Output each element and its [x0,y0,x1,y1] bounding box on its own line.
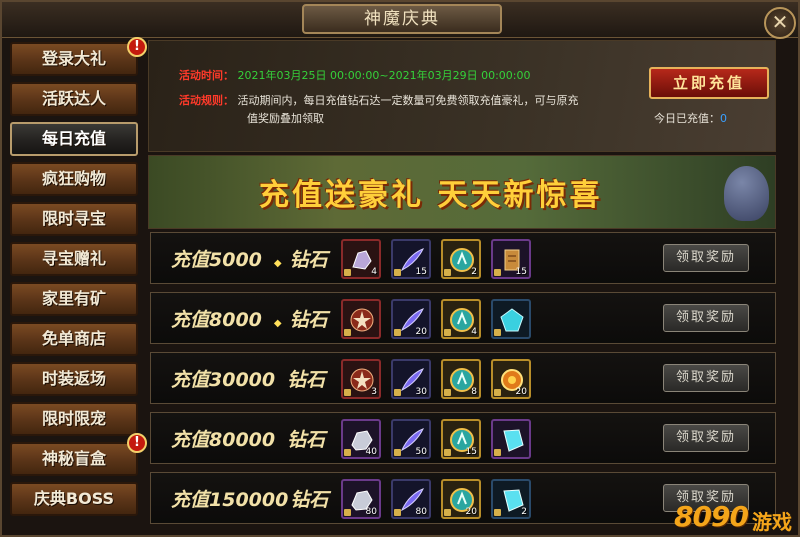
reward-slot[interactable]: 2 [491,479,531,519]
reward-slot[interactable] [341,299,381,339]
reward-slot[interactable]: 8 [441,359,481,399]
reward-slot[interactable]: 20 [441,479,481,519]
reward-slot[interactable]: 80 [391,479,431,519]
today-recharged-value: 0 [720,112,727,125]
event-time-label: 活动时间： [179,69,234,82]
sidebar-item-login-gift[interactable]: 登录大礼 [10,42,138,76]
event-rules-text: 活动期间内，每日充值钻石达一定数量可免费领取充值豪礼，可与原充 [237,94,579,107]
reward-slot[interactable]: 3 [341,359,381,399]
event-info-panel: 活动时间： 2021年03月25日 00:00:00~2021年03月29日 0… [148,40,776,152]
title-bar: 神魔庆典 ✕ [2,2,798,39]
reward-slot[interactable]: 40 [341,419,381,459]
reward-slot[interactable]: 15 [441,419,481,459]
sidebar-item-celebration-boss[interactable]: 庆典BOSS [10,482,138,516]
tier-label: 充值8000 ◆ 钻石 [171,309,328,331]
sidebar-item-free-shop[interactable]: 免单商店 [10,322,138,356]
reward-slot[interactable]: 50 [391,419,431,459]
today-recharged: 今日已充值：0 [654,110,727,126]
star-gem-icon [350,308,374,332]
event-rules-label: 活动规则： [179,94,234,107]
close-icon: ✕ [771,10,789,34]
watermark-sub: 游戏 [752,510,792,534]
reward-slot[interactable] [491,419,531,459]
reward-slot[interactable]: 20 [391,299,431,339]
recharge-now-button[interactable]: 立即充值 [649,67,769,99]
claim-reward-button[interactable]: 领取奖励 [663,304,749,332]
sidebar-item-timed-treasure[interactable]: 限时寻宝 [10,202,138,236]
reward-slot[interactable]: 80 [341,479,381,519]
reward-slot[interactable] [491,299,531,339]
sidebar-item-treasure-gift[interactable]: 寻宝赠礼 [10,242,138,276]
sidebar-item-fashion-return[interactable]: 时装返场 [10,362,138,396]
tier-label: 充值30000 钻石 [171,369,326,391]
event-window: 神魔庆典 ✕ 登录大礼 ! 活跃达人 每日充值 疯狂购物 限时寻宝 寻宝赠礼 家… [0,0,800,537]
tier-label: 充值5000 ◆ 钻石 [171,249,328,271]
banner-slogan: 充值送豪礼 天天新惊喜 [259,178,603,213]
sidebar-item-active-master[interactable]: 活跃达人 [10,82,138,116]
sidebar-item-mine[interactable]: 家里有矿 [10,282,138,316]
alert-icon: ! [127,433,147,453]
reward-row-8000: 充值8000 ◆ 钻石 20 4 领取奖励 [150,292,776,344]
diamond-icon [503,429,524,452]
event-time-value: 2021年03月25日 00:00:00~2021年03月29日 00:00:0… [237,69,531,82]
event-rules: 活动规则： 活动期间内，每日充值钻石达一定数量可免费领取充值豪礼，可与原充 [179,92,579,108]
watermark-logo: 8090 [674,500,749,533]
sidebar-item-limited-pet[interactable]: 限时限宠 [10,402,138,436]
event-time: 活动时间： 2021年03月25日 00:00:00~2021年03月29日 0… [179,67,531,83]
site-watermark: 8090 游戏 [674,484,798,535]
reward-slot[interactable]: 4 [341,239,381,279]
sidebar-item-daily-recharge[interactable]: 每日充值 [10,122,138,156]
promo-banner: 充值送豪礼 天天新惊喜 [148,155,776,229]
sidebar: 登录大礼 ! 活跃达人 每日充值 疯狂购物 限时寻宝 寻宝赠礼 家里有矿 免单商… [8,37,147,535]
reward-slot[interactable]: 30 [391,359,431,399]
window-title: 神魔庆典 [302,4,502,34]
tier-label: 充值80000 钻石 [171,429,326,451]
sidebar-item-mystery-box[interactable]: 神秘盲盒 [10,442,138,476]
reward-slot[interactable]: 15 [491,239,531,279]
reward-row-80000: 充值80000 钻石 40 50 15 领取奖励 [150,412,776,464]
reward-row-30000: 充值30000 钻石 3 30 8 20 领取奖励 [150,352,776,404]
claim-reward-button[interactable]: 领取奖励 [663,364,749,392]
alert-icon: ! [127,37,147,57]
tier-label: 充值150000 钻石 [171,489,329,511]
reward-slot[interactable]: 20 [491,359,531,399]
reward-slot[interactable]: 2 [441,239,481,279]
today-recharged-label: 今日已充值： [654,112,720,125]
claim-reward-button[interactable]: 领取奖励 [663,424,749,452]
sidebar-item-crazy-shopping[interactable]: 疯狂购物 [10,162,138,196]
reward-slot[interactable]: 4 [441,299,481,339]
reward-row-5000: 充值5000 ◆ 钻石 4 15 2 15 领取奖励 [150,232,776,284]
event-rules-text-cont: 值奖励叠加领取 [247,112,324,125]
bird-illustration [724,166,769,221]
reward-slot[interactable]: 15 [391,239,431,279]
blue-gem-icon [500,308,524,332]
close-button[interactable]: ✕ [764,7,796,39]
claim-reward-button[interactable]: 领取奖励 [663,244,749,272]
